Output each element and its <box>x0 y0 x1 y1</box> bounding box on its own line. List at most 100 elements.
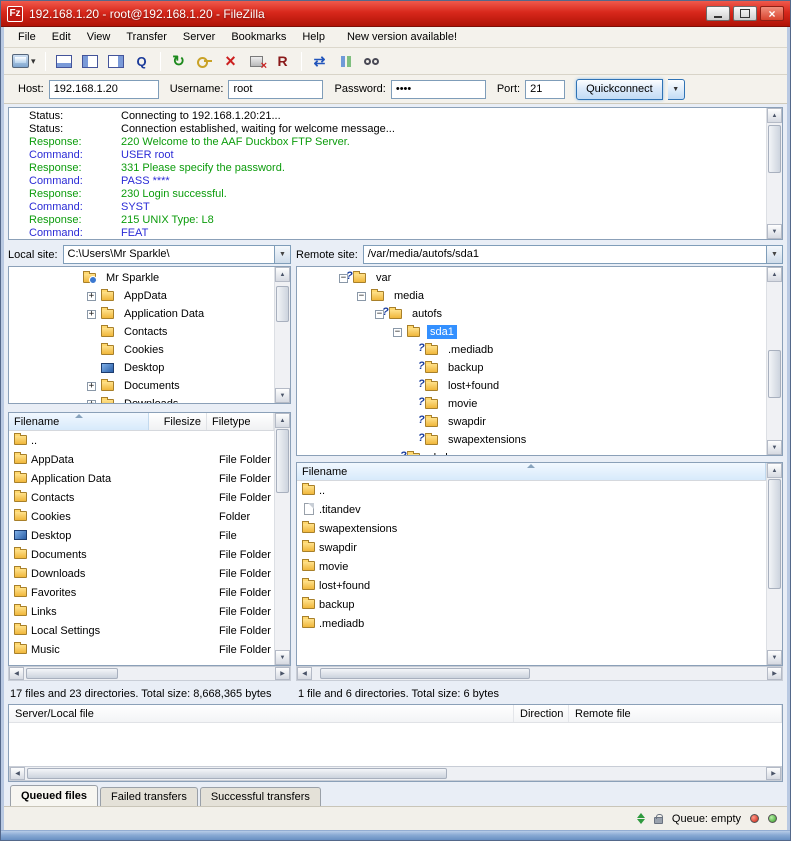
tree-item[interactable]: swapextensions <box>297 431 766 449</box>
tree-item[interactable]: swapdir <box>297 413 766 431</box>
scroll-left-icon[interactable] <box>9 667 24 680</box>
tree-item[interactable]: Cookies <box>9 341 274 359</box>
tree-item[interactable]: lost+found <box>297 377 766 395</box>
column-server-local-file[interactable]: Server/Local file <box>9 705 514 722</box>
file-row[interactable]: .. <box>297 481 766 500</box>
quickconnect-dropdown-button[interactable] <box>668 79 685 100</box>
tab-successful-transfers[interactable]: Successful transfers <box>200 787 321 806</box>
expand-icon[interactable] <box>87 400 96 404</box>
toggle-message-log-button[interactable] <box>52 50 76 73</box>
file-row[interactable]: movie <box>297 557 766 576</box>
file-row[interactable]: swapextensions <box>297 519 766 538</box>
scroll-track[interactable] <box>25 767 766 780</box>
column-filetype[interactable]: Filetype <box>207 413 274 430</box>
tab-failed-transfers[interactable]: Failed transfers <box>100 787 198 806</box>
scroll-right-icon[interactable] <box>767 667 782 680</box>
menu-server[interactable]: Server <box>175 29 223 45</box>
scroll-thumb[interactable] <box>768 350 781 398</box>
file-row[interactable]: CookiesFolder <box>9 507 274 526</box>
disconnect-button[interactable] <box>245 50 269 73</box>
tab-queued-files[interactable]: Queued files <box>10 785 98 806</box>
scroll-down-icon[interactable] <box>767 224 782 239</box>
file-row[interactable]: backup <box>297 595 766 614</box>
scroll-up-icon[interactable] <box>767 108 782 123</box>
scroll-down-icon[interactable] <box>275 388 290 403</box>
scroll-thumb[interactable] <box>768 125 781 173</box>
file-row[interactable]: DocumentsFile Folder <box>9 545 274 564</box>
scroll-track[interactable] <box>275 282 290 388</box>
scroll-thumb[interactable] <box>768 479 781 589</box>
tree-item-selected[interactable]: sda1 <box>297 323 766 341</box>
tree-item[interactable]: media <box>297 287 766 305</box>
remote-list-scrollbar[interactable] <box>766 463 782 665</box>
site-manager-button[interactable] <box>9 50 39 73</box>
scroll-left-icon[interactable] <box>10 767 25 780</box>
scroll-left-icon[interactable] <box>297 667 312 680</box>
synchronized-browsing-button[interactable] <box>308 50 332 73</box>
tree-item[interactable]: movie <box>297 395 766 413</box>
scroll-thumb[interactable] <box>26 668 118 679</box>
tree-item[interactable]: Downloads <box>9 395 274 403</box>
scroll-up-icon[interactable] <box>767 267 782 282</box>
scroll-track[interactable] <box>767 282 782 440</box>
collapse-icon[interactable] <box>393 328 402 337</box>
encryption-icon[interactable] <box>654 817 663 824</box>
scroll-thumb[interactable] <box>27 768 447 779</box>
scroll-up-icon[interactable] <box>275 413 290 428</box>
tree-item[interactable]: Mr Sparkle <box>9 269 274 287</box>
scroll-thumb[interactable] <box>320 668 530 679</box>
password-input[interactable] <box>391 80 486 99</box>
host-input[interactable] <box>49 80 159 99</box>
find-files-button[interactable] <box>360 50 384 73</box>
file-row[interactable]: ContactsFile Folder <box>9 488 274 507</box>
queue-body[interactable] <box>9 723 782 766</box>
scroll-down-icon[interactable] <box>275 650 290 665</box>
titlebar[interactable]: 192.168.1.20 - root@192.168.1.20 - FileZ… <box>1 1 790 27</box>
scroll-track[interactable] <box>24 667 275 680</box>
scroll-thumb[interactable] <box>276 286 289 322</box>
remote-horizontal-scrollbar[interactable] <box>296 666 783 681</box>
file-row[interactable]: .. <box>9 431 274 450</box>
minimize-button[interactable] <box>706 6 730 21</box>
scroll-down-icon[interactable] <box>767 650 782 665</box>
menu-transfer[interactable]: Transfer <box>118 29 175 45</box>
menu-view[interactable]: View <box>79 29 119 45</box>
scroll-up-icon[interactable] <box>767 463 782 478</box>
scroll-track[interactable] <box>767 123 782 224</box>
file-row[interactable]: AppDataFile Folder <box>9 450 274 469</box>
port-input[interactable] <box>525 80 565 99</box>
tree-item[interactable]: Desktop <box>9 359 274 377</box>
tree-item[interactable]: Application Data <box>9 305 274 323</box>
toggle-queue-button[interactable] <box>130 50 154 73</box>
queue-horizontal-scrollbar[interactable] <box>9 766 782 781</box>
menu-bookmarks[interactable]: Bookmarks <box>223 29 294 45</box>
file-row[interactable]: .titandev <box>297 500 766 519</box>
column-filename[interactable]: Filename <box>297 463 766 480</box>
directory-comparison-button[interactable] <box>334 50 358 73</box>
file-row[interactable]: lost+found <box>297 576 766 595</box>
process-queue-button[interactable] <box>193 50 217 73</box>
toggle-local-tree-button[interactable] <box>78 50 102 73</box>
combo-dropdown-icon[interactable] <box>274 246 290 263</box>
expand-icon[interactable] <box>87 382 96 391</box>
tree-item[interactable]: Contacts <box>9 323 274 341</box>
log-vertical-scrollbar[interactable] <box>766 108 782 239</box>
tree-item[interactable]: var <box>297 269 766 287</box>
menu-edit[interactable]: Edit <box>44 29 79 45</box>
column-filename[interactable]: Filename <box>9 413 149 430</box>
local-horizontal-scrollbar[interactable] <box>8 666 291 681</box>
menu-file[interactable]: File <box>10 29 44 45</box>
cancel-button[interactable] <box>219 50 243 73</box>
close-button[interactable] <box>760 6 784 21</box>
scroll-right-icon[interactable] <box>275 667 290 680</box>
scroll-down-icon[interactable] <box>767 440 782 455</box>
username-input[interactable] <box>228 80 323 99</box>
file-row[interactable]: Local SettingsFile Folder <box>9 621 274 640</box>
column-filesize[interactable]: Filesize <box>149 413 207 430</box>
scroll-track[interactable] <box>312 667 767 680</box>
chevron-down-icon[interactable] <box>31 55 36 67</box>
maximize-button[interactable] <box>733 6 757 21</box>
local-site-combo[interactable]: C:\Users\Mr Sparkle\ <box>63 245 291 264</box>
file-row[interactable]: MusicFile Folder <box>9 640 274 659</box>
tree-item[interactable]: backup <box>297 359 766 377</box>
